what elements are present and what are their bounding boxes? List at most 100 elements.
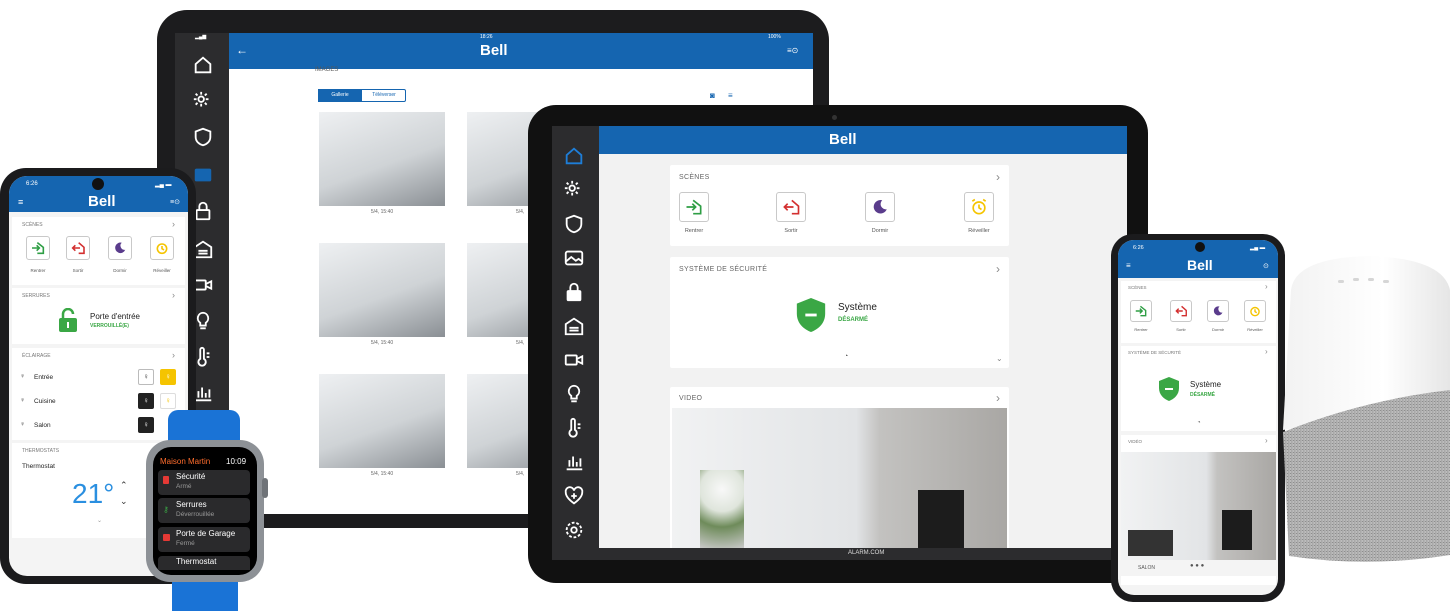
scene-dormir-button[interactable] [108, 236, 132, 260]
shield-icon[interactable] [192, 126, 214, 148]
photo-thumbnail[interactable] [319, 112, 445, 206]
garage-icon [163, 534, 170, 541]
chevron-up-icon[interactable]: ⌃ [120, 480, 128, 491]
chevron-down-icon[interactable]: ⌄ [120, 496, 128, 507]
images-icon[interactable] [563, 247, 585, 269]
chevron-right-icon[interactable]: › [1265, 436, 1268, 445]
lock-status: VERROUILLÉ(E) [90, 323, 129, 329]
menu-icon[interactable]: ≡ [18, 197, 23, 207]
light-bulb-icon[interactable] [563, 383, 585, 405]
unlocked-padlock-icon[interactable] [58, 308, 78, 332]
health-heart-icon[interactable] [563, 485, 585, 507]
security-shield-icon[interactable] [1157, 375, 1181, 403]
chevron-right-icon[interactable]: › [172, 219, 175, 229]
chevron-right-icon[interactable]: › [172, 290, 175, 300]
pagination-dots[interactable]: ● ● ● [1190, 563, 1204, 569]
security-card-title: SYSTÈME DE SÉCURITÉ [1128, 350, 1182, 355]
chevron-right-icon[interactable]: › [1265, 347, 1268, 356]
watch-item-title: Sécurité [176, 472, 206, 481]
photo-thumbnail[interactable] [319, 374, 445, 468]
lighting-card-title: ÉCLAIRAGE [22, 353, 51, 359]
watch-item-state: Fermé [176, 540, 195, 547]
lock-icon[interactable] [563, 281, 585, 303]
scene-label: Dormir [871, 228, 889, 234]
chevron-right-icon[interactable]: › [996, 391, 1000, 405]
scenes-card-title: SCÈNES [679, 174, 710, 181]
scenes-sun-icon[interactable] [563, 179, 585, 201]
expand-chevron-icon[interactable]: ⌄ [97, 517, 102, 524]
light-off-button[interactable]: ♀ [138, 417, 154, 433]
images-icon[interactable] [192, 164, 214, 186]
scene-label: Rentrer [30, 268, 46, 273]
light-bulb-icon: ♀ [20, 373, 26, 380]
tab-televerser[interactable]: Téléverser [362, 89, 406, 102]
camera-label: SALON [1138, 565, 1155, 571]
scene-dormir-button[interactable] [1207, 300, 1229, 322]
chevron-right-icon[interactable]: › [1265, 282, 1268, 291]
back-arrow-icon[interactable]: ← [236, 43, 248, 57]
video-card-title: VIDEO [679, 395, 703, 402]
front-camera [1195, 242, 1205, 252]
scenes-card-title: SCÈNES [22, 222, 43, 228]
settings-toggle-icon[interactable]: ≡⊙ [787, 46, 798, 55]
watch-crown[interactable] [262, 478, 268, 498]
watch-item-state: Déverrouillée [176, 511, 215, 518]
tab-gallerie[interactable]: Gallerie [318, 89, 362, 102]
settings-gear-icon[interactable] [563, 519, 585, 541]
scene-label: Rentrer [1134, 327, 1148, 332]
fireplace [1222, 510, 1252, 550]
back-tablet-header [229, 33, 813, 69]
scene-sortir-button[interactable] [66, 236, 90, 260]
scene-label: Réveiller [1247, 327, 1263, 332]
security-card-title: SYSTÈME DE SÉCURITÉ [679, 266, 768, 273]
scene-label: Sortir [72, 268, 84, 273]
signal-battery-icon: ▂▄ ▬ [155, 182, 172, 188]
scene-reveiller-button[interactable] [964, 192, 994, 222]
photo-thumbnail[interactable] [319, 243, 445, 337]
scene-rentrer-button[interactable] [26, 236, 50, 260]
scene-dormir-button[interactable] [865, 192, 895, 222]
shield-icon[interactable] [563, 213, 585, 235]
light-on-button[interactable]: ♀ [160, 393, 176, 409]
light-name: Cuisine [34, 398, 56, 405]
scene-reveiller-button[interactable] [150, 236, 174, 260]
chevron-right-icon[interactable]: › [996, 262, 1000, 276]
watch-home-name: Maison Martin [160, 457, 211, 466]
scene-sortir-button[interactable] [776, 192, 806, 222]
photo-caption: 5/4, 15:40 [370, 340, 394, 346]
scene-rentrer-button[interactable] [679, 192, 709, 222]
security-shield-icon[interactable] [794, 296, 828, 334]
menu-icon[interactable]: ≡ [1126, 261, 1131, 270]
scenes-card-title: SCÈNES [1128, 285, 1147, 290]
scene-rentrer-button[interactable] [1130, 300, 1152, 322]
flower-vase [700, 470, 744, 548]
chart-icon[interactable] [563, 451, 585, 473]
settings-toggle-icon[interactable]: ⊙ [1263, 262, 1269, 270]
chevron-right-icon[interactable]: › [172, 350, 175, 360]
scenes-sun-icon[interactable] [192, 90, 214, 112]
thermostat-name: Thermostat [22, 463, 55, 470]
chevron-right-icon[interactable]: › [996, 170, 1000, 184]
status-time: 18:26 [480, 34, 493, 40]
camera-small-icon[interactable]: ◙ [710, 91, 715, 100]
chevron-down-icon[interactable]: ⌄ [996, 354, 1003, 363]
bell-logo: Bell [1187, 257, 1213, 273]
fireplace [918, 490, 964, 548]
scene-sortir-button[interactable] [1170, 300, 1192, 322]
home-icon[interactable] [563, 145, 585, 167]
scene-label: Dormir [113, 268, 127, 273]
light-off-button[interactable]: ♀ [138, 369, 154, 385]
security-system-name: Système [1190, 380, 1222, 389]
lock-name: Porte d'entrée [90, 312, 141, 321]
thermostat-icon[interactable] [563, 417, 585, 439]
scene-reveiller-button[interactable] [1244, 300, 1266, 322]
signal-battery-icon: ▂▄ ▬ [1250, 245, 1266, 251]
light-off-button[interactable]: ♀ [138, 393, 154, 409]
scene-label: Sortir [1176, 327, 1186, 332]
settings-toggle-icon[interactable]: ≡⊙ [170, 198, 180, 206]
garage-icon[interactable] [563, 315, 585, 337]
home-icon[interactable] [192, 54, 214, 76]
filter-icon[interactable]: ≡ [728, 91, 733, 100]
camera-icon[interactable] [563, 349, 585, 371]
light-on-button[interactable]: ♀ [160, 369, 176, 385]
